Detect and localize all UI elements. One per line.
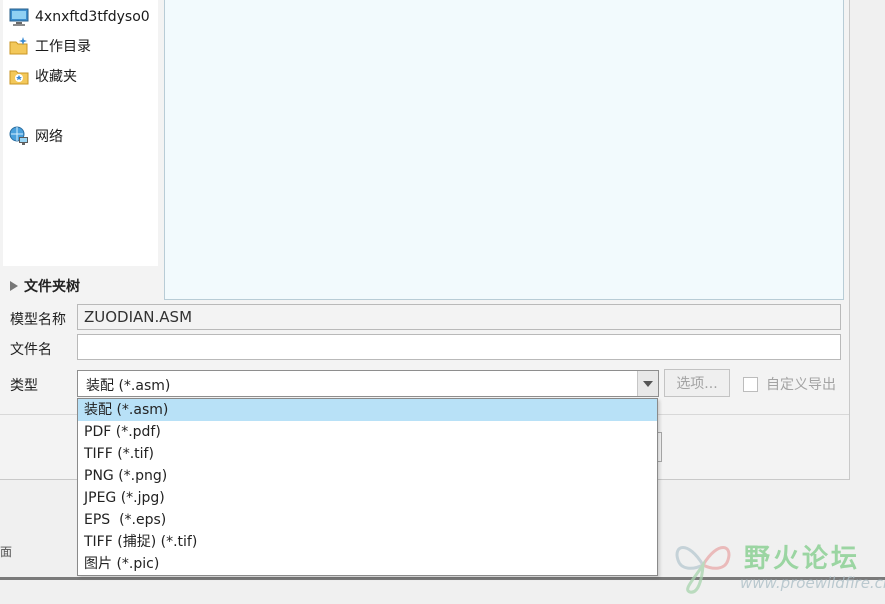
common-folders-panel: 4xnxftd3tfdyso0 工作目录 收藏夹 网络 (3, 0, 158, 266)
file-name-label: 文件名 (10, 342, 52, 358)
checkbox-box[interactable] (743, 376, 758, 392)
expand-triangle-icon (10, 281, 18, 291)
dropdown-option-tiff[interactable]: TIFF (*.tif) (78, 443, 657, 465)
nav-item-computer[interactable]: 4xnxftd3tfdyso0 (9, 5, 150, 29)
folder-tree-label: 文件夹树 (24, 279, 80, 295)
nav-item-label: 收藏夹 (35, 69, 77, 85)
nav-item-label: 4xnxftd3tfdyso0 (35, 9, 150, 25)
type-label: 类型 (10, 378, 38, 394)
file-list-area[interactable] (164, 0, 844, 300)
nav-item-label: 网络 (35, 129, 63, 145)
computer-icon (9, 7, 29, 27)
dropdown-arrow-button[interactable] (637, 371, 658, 396)
dropdown-option-pic[interactable]: 图片 (*.pic) (78, 553, 657, 575)
dropdown-option-jpeg[interactable]: JPEG (*.jpg) (78, 487, 657, 509)
working-directory-icon (9, 36, 29, 56)
custom-export-label: 自定义导出 (766, 377, 836, 393)
folder-tree-toggle[interactable]: 文件夹树 (10, 276, 80, 296)
dropdown-option-tiff-capture[interactable]: TIFF (捕捉) (*.tif) (78, 531, 657, 553)
nav-item-working-directory[interactable]: 工作目录 (9, 34, 91, 58)
watermark: 野火论坛 www.proewildfire.cn (668, 530, 885, 600)
model-name-field: ZUODIAN.ASM (77, 304, 841, 330)
network-icon (9, 126, 29, 146)
custom-export-checkbox[interactable]: 自定义导出 (743, 374, 836, 394)
dropdown-option-asm[interactable]: 装配 (*.asm) (78, 399, 657, 421)
dropdown-option-eps[interactable]: EPS (*.eps) (78, 509, 657, 531)
options-button[interactable]: 选项... (664, 369, 730, 397)
nav-item-favorites[interactable]: 收藏夹 (9, 64, 77, 88)
watermark-logo-icon (675, 546, 731, 594)
chevron-down-icon (643, 381, 653, 387)
partial-text: 面 (0, 545, 13, 559)
dropdown-option-png[interactable]: PNG (*.png) (78, 465, 657, 487)
watermark-url: www.proewildfire.cn (740, 574, 885, 592)
type-select-value: 装配 (*.asm) (86, 378, 171, 394)
model-name-label: 模型名称 (10, 312, 66, 328)
watermark-title: 野火论坛 (744, 544, 861, 574)
nav-item-label: 工作目录 (35, 39, 91, 55)
type-dropdown-list[interactable]: 装配 (*.asm) PDF (*.pdf) TIFF (*.tif) PNG … (77, 398, 658, 576)
file-name-input[interactable] (77, 334, 841, 360)
type-select[interactable]: 装配 (*.asm) (77, 370, 659, 397)
dropdown-option-pdf[interactable]: PDF (*.pdf) (78, 421, 657, 443)
favorites-icon (9, 66, 29, 86)
nav-item-network[interactable]: 网络 (9, 124, 63, 148)
